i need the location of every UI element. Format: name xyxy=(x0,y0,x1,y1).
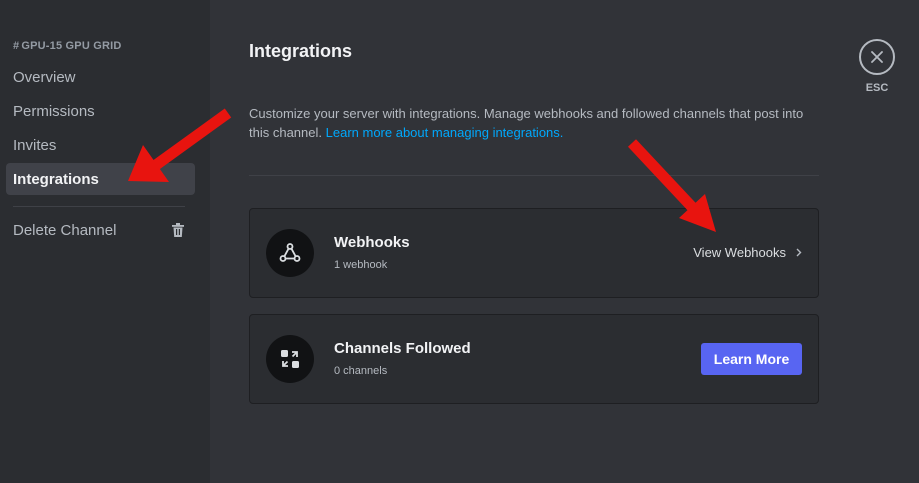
channels-followed-count: 0 channels xyxy=(334,365,388,377)
sidebar-channel-header: # GPU-15 GPU GRID xyxy=(13,40,122,52)
content-divider xyxy=(249,175,819,176)
sidebar-item-label: Invites xyxy=(13,136,57,154)
channel-name: GPU-15 GPU GRID xyxy=(21,40,122,52)
settings-sidebar: # GPU-15 GPU GRID Overview Permissions I… xyxy=(0,0,210,483)
sidebar-item-integrations[interactable]: Integrations xyxy=(6,163,195,195)
webhook-icon xyxy=(266,229,314,277)
view-webhooks-label: View Webhooks xyxy=(693,245,786,260)
sidebar-item-permissions[interactable]: Permissions xyxy=(6,95,195,127)
webhooks-count: 1 webhook xyxy=(334,259,388,271)
delete-channel-label: Delete Channel xyxy=(13,221,117,239)
page-title: Integrations xyxy=(249,41,353,61)
sidebar-item-label: Overview xyxy=(13,68,76,86)
settings-window: # GPU-15 GPU GRID Overview Permissions I… xyxy=(0,0,919,483)
delete-channel-button[interactable]: Delete Channel xyxy=(6,214,195,246)
channels-followed-card: Channels Followed 0 channels Learn More xyxy=(249,314,819,404)
trash-icon xyxy=(171,222,185,238)
view-webhooks-button[interactable]: View Webhooks xyxy=(693,245,802,260)
channels-followed-icon xyxy=(266,335,314,383)
sidebar-divider xyxy=(13,206,185,207)
sidebar-item-invites[interactable]: Invites xyxy=(6,129,195,161)
sidebar-item-label: Integrations xyxy=(13,170,99,188)
sidebar-item-label: Permissions xyxy=(13,102,95,120)
esc-label: ESC xyxy=(865,82,889,94)
close-settings[interactable]: ESC xyxy=(858,39,896,94)
sidebar-item-overview[interactable]: Overview xyxy=(6,61,195,93)
close-icon[interactable] xyxy=(859,39,895,75)
learn-more-integrations-link[interactable]: Learn more about managing integrations. xyxy=(326,125,564,140)
webhooks-card[interactable]: Webhooks 1 webhook View Webhooks xyxy=(249,208,819,298)
integrations-description: Customize your server with integrations.… xyxy=(249,104,819,142)
settings-content: Integrations Customize your server with … xyxy=(210,0,919,483)
learn-more-button[interactable]: Learn More xyxy=(701,343,802,375)
webhooks-title: Webhooks xyxy=(334,234,410,251)
hash-icon: # xyxy=(13,40,20,52)
channels-followed-title: Channels Followed xyxy=(334,340,471,357)
chevron-right-icon xyxy=(796,245,802,260)
